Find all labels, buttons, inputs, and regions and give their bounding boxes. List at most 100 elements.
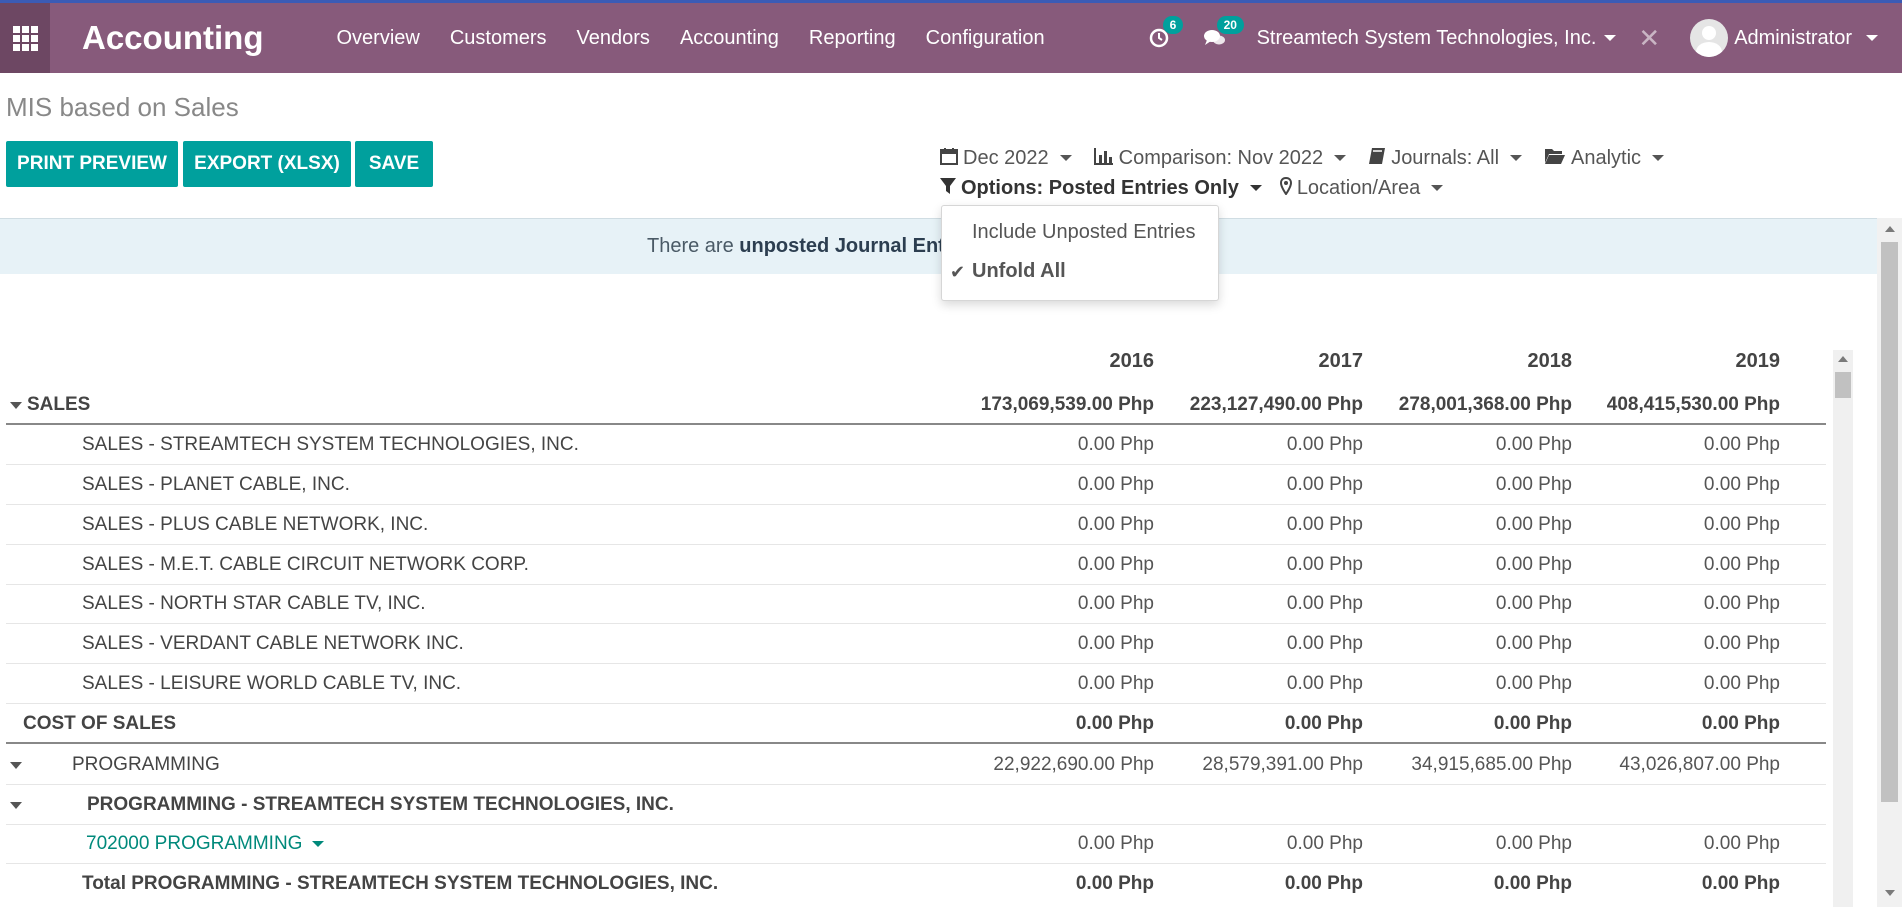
cell-value[interactable]: 0.00 Php xyxy=(1372,514,1572,536)
cell-value[interactable]: 0.00 Php xyxy=(1163,833,1363,855)
location-filter[interactable]: Location/Area xyxy=(1279,176,1444,200)
cell-value[interactable]: 0.00 Php xyxy=(1372,593,1572,615)
menu-accounting[interactable]: Accounting xyxy=(665,27,794,50)
cell-value[interactable]: 28,579,391.00 Php xyxy=(1163,754,1363,776)
cell-value[interactable]: 0.00 Php xyxy=(954,514,1154,536)
cell-value[interactable]: 0.00 Php xyxy=(1372,833,1572,855)
cell-value[interactable]: 0.00 Php xyxy=(954,474,1154,496)
cell-value[interactable]: 0.00 Php xyxy=(954,873,1154,895)
table-row[interactable]: 702000 PROGRAMMING 0.00 Php 0.00 Php 0.0… xyxy=(6,824,1826,864)
cell-value[interactable]: 278,001,368.00 Php xyxy=(1372,394,1572,416)
cell-value[interactable]: 0.00 Php xyxy=(1372,554,1572,576)
cell-value[interactable]: 0.00 Php xyxy=(1580,873,1780,895)
table-row[interactable]: PROGRAMMING - STREAMTECH SYSTEM TECHNOLO… xyxy=(6,785,1826,825)
table-row[interactable]: SALES - LEISURE WORLD CABLE TV, INC. 0.0… xyxy=(6,664,1826,704)
include-unposted-option[interactable]: Include Unposted Entries xyxy=(972,221,1195,244)
cell-value[interactable]: 22,922,690.00 Php xyxy=(954,754,1154,776)
table-row[interactable]: Total PROGRAMMING - STREAMTECH SYSTEM TE… xyxy=(6,864,1826,904)
cell-value[interactable]: 0.00 Php xyxy=(1580,554,1780,576)
user-menu[interactable]: Administrator xyxy=(1690,19,1878,57)
cell-value[interactable]: 223,127,490.00 Php xyxy=(1163,394,1363,416)
table-row[interactable]: SALES - PLUS CABLE NETWORK, INC. 0.00 Ph… xyxy=(6,505,1826,545)
options-filter[interactable]: Options: Posted Entries Only xyxy=(940,177,1262,200)
cell-value[interactable]: 0.00 Php xyxy=(1580,474,1780,496)
cell-value[interactable]: 0.00 Php xyxy=(954,593,1154,615)
page-scrollbar[interactable] xyxy=(1877,218,1902,907)
cell-value[interactable]: 0.00 Php xyxy=(1372,633,1572,655)
apps-menu-button[interactable] xyxy=(0,3,50,73)
messaging-menu[interactable]: 20 xyxy=(1203,16,1244,48)
scroll-down-icon[interactable] xyxy=(1885,890,1895,896)
cell-value[interactable]: 0.00 Php xyxy=(1163,713,1363,735)
close-icon[interactable]: ✕ xyxy=(1638,23,1660,54)
cell-value[interactable]: 0.00 Php xyxy=(1163,554,1363,576)
menu-vendors[interactable]: Vendors xyxy=(562,27,665,50)
activity-menu[interactable]: 6 xyxy=(1149,16,1184,48)
cell-value[interactable]: 0.00 Php xyxy=(1580,833,1780,855)
app-brand[interactable]: Accounting xyxy=(82,19,263,57)
table-row[interactable]: SALES 173,069,539.00 Php 223,127,490.00 … xyxy=(6,385,1826,425)
fold-caret-icon[interactable] xyxy=(10,802,22,809)
table-scrollbar[interactable] xyxy=(1833,350,1853,907)
row-label: PROGRAMMING xyxy=(72,754,220,775)
cell-value[interactable]: 0.00 Php xyxy=(1163,593,1363,615)
page-scrollbar-thumb[interactable] xyxy=(1881,242,1898,802)
alert-bold-text[interactable]: unposted Journal Entrie xyxy=(739,235,969,257)
menu-reporting[interactable]: Reporting xyxy=(794,27,911,50)
cell-value[interactable]: 0.00 Php xyxy=(954,673,1154,695)
cell-value[interactable]: 0.00 Php xyxy=(1580,593,1780,615)
cell-value[interactable]: 0.00 Php xyxy=(1163,474,1363,496)
menu-customers[interactable]: Customers xyxy=(435,27,562,50)
cell-value[interactable]: 0.00 Php xyxy=(954,633,1154,655)
scroll-up-icon[interactable] xyxy=(1885,226,1895,232)
cell-value[interactable]: 0.00 Php xyxy=(954,713,1154,735)
cell-value[interactable]: 0.00 Php xyxy=(954,434,1154,456)
cell-value[interactable]: 0.00 Php xyxy=(1163,633,1363,655)
cell-value[interactable]: 173,069,539.00 Php xyxy=(954,394,1154,416)
cell-value[interactable]: 0.00 Php xyxy=(1372,673,1572,695)
cell-value[interactable]: 0.00 Php xyxy=(1580,434,1780,456)
cell-value[interactable]: 34,915,685.00 Php xyxy=(1372,754,1572,776)
table-row[interactable]: SALES - STREAMTECH SYSTEM TECHNOLOGIES, … xyxy=(6,425,1826,465)
table-row[interactable]: SALES - NORTH STAR CABLE TV, INC. 0.00 P… xyxy=(6,584,1826,624)
table-row[interactable]: SALES - M.E.T. CABLE CIRCUIT NETWORK COR… xyxy=(6,545,1826,585)
row-label: SALES - NORTH STAR CABLE TV, INC. xyxy=(82,593,426,614)
fold-caret-icon[interactable] xyxy=(10,402,22,409)
table-row[interactable]: SALES - PLANET CABLE, INC. 0.00 Php 0.00… xyxy=(6,465,1826,505)
cell-value[interactable]: 0.00 Php xyxy=(954,833,1154,855)
cell-value[interactable]: 0.00 Php xyxy=(1580,713,1780,735)
cell-value[interactable]: 0.00 Php xyxy=(954,554,1154,576)
table-row[interactable]: SALES - VERDANT CABLE NETWORK INC. 0.00 … xyxy=(6,624,1826,664)
company-switcher[interactable]: Streamtech System Technologies, Inc. xyxy=(1257,27,1617,50)
cell-value[interactable]: 0.00 Php xyxy=(1372,434,1572,456)
cell-value[interactable]: 0.00 Php xyxy=(1163,434,1363,456)
fold-caret-icon[interactable] xyxy=(10,762,22,769)
export-xlsx-button[interactable]: EXPORT (XLSX) xyxy=(183,141,351,187)
comparison-filter[interactable]: Comparison: Nov 2022 xyxy=(1093,147,1347,170)
table-scrollbar-thumb[interactable] xyxy=(1835,372,1851,398)
cell-value[interactable]: 0.00 Php xyxy=(1163,673,1363,695)
menu-overview[interactable]: Overview xyxy=(321,27,434,50)
cell-value[interactable]: 408,415,530.00 Php xyxy=(1580,394,1780,416)
account-link[interactable]: 702000 PROGRAMMING xyxy=(86,833,325,855)
cell-value[interactable]: 0.00 Php xyxy=(1163,873,1363,895)
unfold-all-option[interactable]: Unfold All xyxy=(972,260,1066,283)
print-preview-button[interactable]: PRINT PREVIEW xyxy=(6,141,178,187)
menu-configuration[interactable]: Configuration xyxy=(911,27,1060,50)
cell-value[interactable]: 0.00 Php xyxy=(1580,673,1780,695)
cell-value[interactable]: 43,026,807.00 Php xyxy=(1580,754,1780,776)
date-filter[interactable]: Dec 2022 xyxy=(940,147,1072,170)
save-button[interactable]: SAVE xyxy=(355,141,433,187)
analytic-filter[interactable]: Analytic xyxy=(1544,147,1665,170)
cell-value[interactable]: 0.00 Php xyxy=(1372,474,1572,496)
chevron-down-icon xyxy=(1431,185,1444,191)
cell-value[interactable]: 0.00 Php xyxy=(1372,873,1572,895)
table-row[interactable]: COST OF SALES 0.00 Php 0.00 Php 0.00 Php… xyxy=(6,704,1826,744)
journals-filter[interactable]: Journals: All xyxy=(1368,147,1523,170)
cell-value[interactable]: 0.00 Php xyxy=(1580,633,1780,655)
scroll-up-icon[interactable] xyxy=(1838,356,1848,362)
table-row[interactable]: PROGRAMMING 22,922,690.00 Php 28,579,391… xyxy=(6,745,1826,785)
cell-value[interactable]: 0.00 Php xyxy=(1372,713,1572,735)
cell-value[interactable]: 0.00 Php xyxy=(1163,514,1363,536)
cell-value[interactable]: 0.00 Php xyxy=(1580,514,1780,536)
